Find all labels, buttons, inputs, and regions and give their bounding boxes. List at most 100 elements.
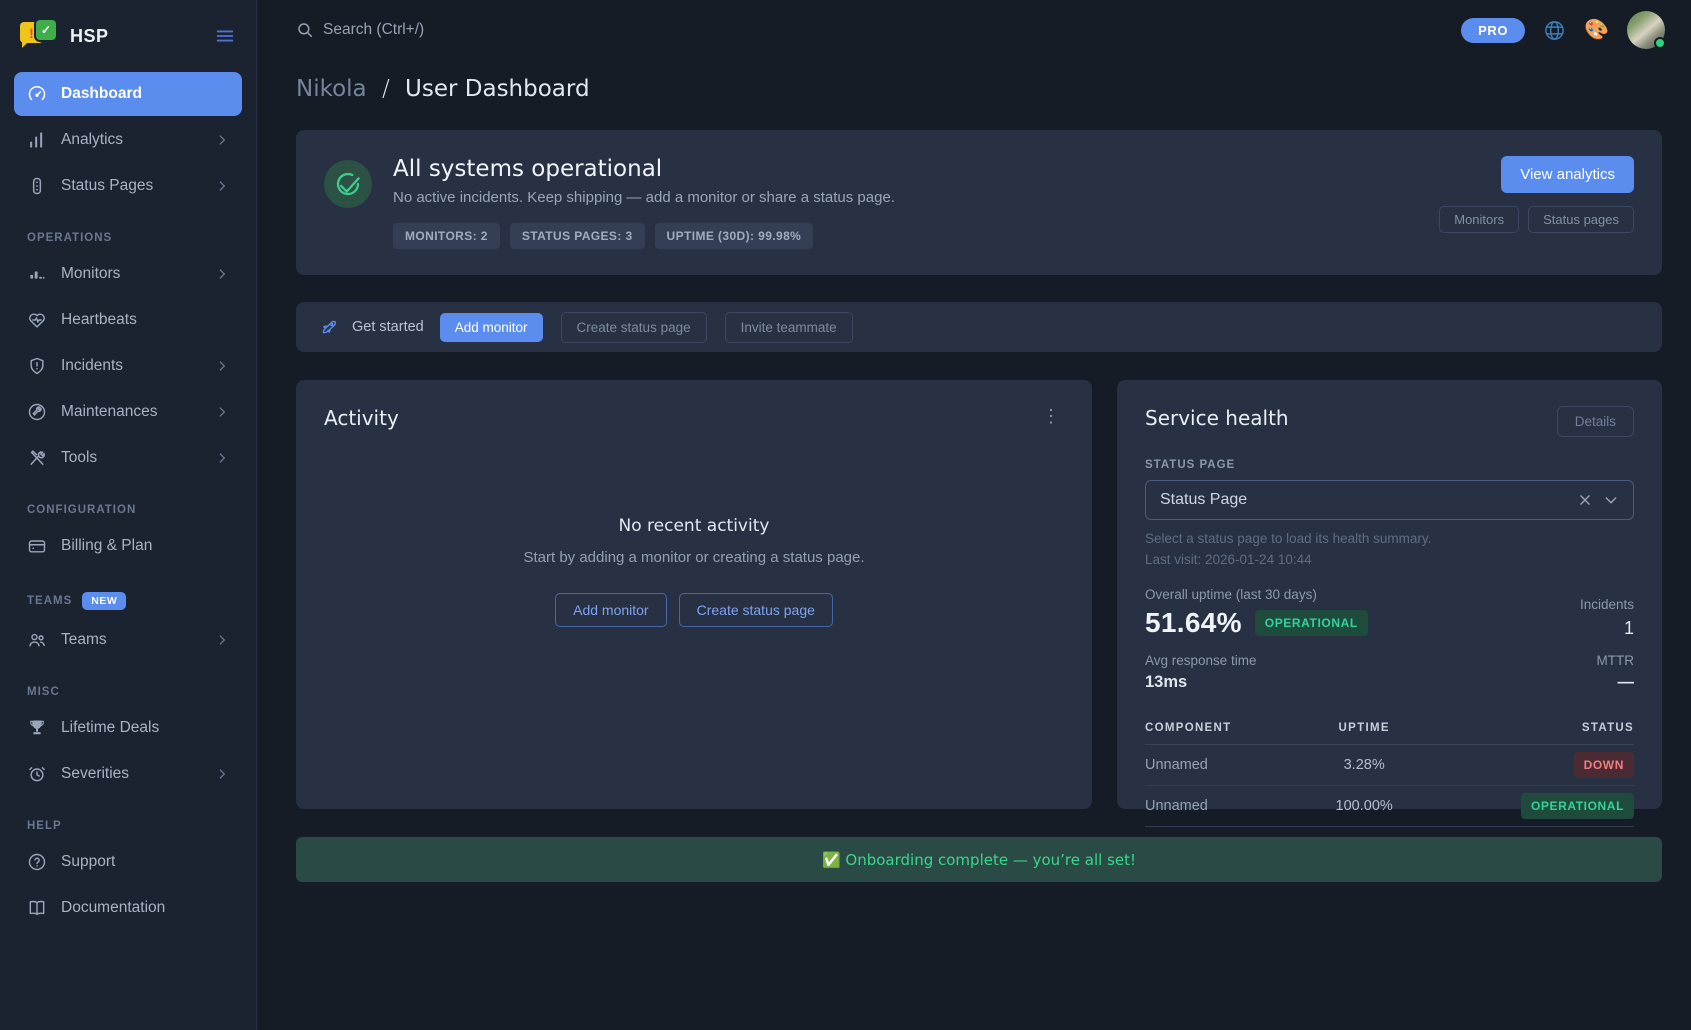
sidebar-item-maintenances[interactable]: Maintenances xyxy=(14,390,242,434)
sidebar-item-label: Incidents xyxy=(61,357,123,375)
chevron-right-icon xyxy=(215,133,229,147)
table-row: Unnamed 3.28% DOWN xyxy=(1145,745,1634,786)
breadcrumb: Nikola / User Dashboard xyxy=(296,76,1662,102)
globe-icon[interactable] xyxy=(1543,19,1566,42)
sidebar-item-analytics[interactable]: Analytics xyxy=(14,118,242,162)
component-name: Unnamed xyxy=(1145,745,1310,786)
down-status-badge: DOWN xyxy=(1574,752,1634,778)
book-icon xyxy=(27,898,47,918)
status-page-field-label: STATUS PAGE xyxy=(1145,459,1634,471)
activity-card: Activity ⋮ No recent activity Start by a… xyxy=(296,380,1092,809)
sidebar-item-tools[interactable]: Tools xyxy=(14,436,242,480)
chevron-right-icon xyxy=(215,767,229,781)
new-badge: NEW xyxy=(82,592,126,610)
sidebar-item-label: Dashboard xyxy=(61,85,142,103)
sidebar-item-label: Lifetime Deals xyxy=(61,719,159,737)
sidebar-item-teams[interactable]: Teams xyxy=(14,618,242,662)
clear-icon[interactable] xyxy=(1578,493,1592,507)
topbar: Search (Ctrl+/) PRO 🎨 xyxy=(257,0,1691,60)
avg-response-label: Avg response time xyxy=(1145,653,1257,668)
incidents-label: Incidents xyxy=(1580,597,1634,612)
credit-card-icon xyxy=(27,536,47,556)
logo-check-icon: ✓ xyxy=(36,20,56,40)
breadcrumb-parent[interactable]: Nikola xyxy=(296,76,367,102)
activity-empty-state: No recent activity Start by adding a mon… xyxy=(324,516,1064,627)
sidebar-item-documentation[interactable]: Documentation xyxy=(14,886,242,930)
service-health-card: Service health Details STATUS PAGE Statu… xyxy=(1117,380,1662,809)
chevron-right-icon xyxy=(215,359,229,373)
chevron-right-icon xyxy=(215,405,229,419)
traffic-light-icon xyxy=(27,176,47,196)
uptime-value: 51.64% xyxy=(1145,607,1242,639)
sidebar-item-lifetime-deals[interactable]: Lifetime Deals xyxy=(14,706,242,750)
status-hero-card: All systems operational No active incide… xyxy=(296,130,1662,275)
help-icon xyxy=(27,852,47,872)
sidebar-item-severities[interactable]: Severities xyxy=(14,752,242,796)
invite-teammate-button[interactable]: Invite teammate xyxy=(725,312,853,343)
status-pages-button[interactable]: Status pages xyxy=(1528,206,1634,233)
gauge-icon xyxy=(27,84,47,104)
sidebar-item-label: Support xyxy=(61,853,115,871)
rocket-icon xyxy=(320,318,338,336)
sidebar-item-label: Severities xyxy=(61,765,129,783)
activity-title: Activity xyxy=(324,406,1064,430)
hero-title: All systems operational xyxy=(393,156,895,182)
shield-alert-icon xyxy=(27,356,47,376)
create-status-page-button[interactable]: Create status page xyxy=(561,312,707,343)
sidebar-item-label: Billing & Plan xyxy=(61,537,152,555)
content: Nikola / User Dashboard All systems oper… xyxy=(257,60,1691,1030)
components-table: COMPONENT UPTIME STATUS Unnamed 3.28% DO… xyxy=(1145,712,1634,827)
signal-bars-icon xyxy=(27,264,47,284)
sidebar-section-operations: OPERATIONS xyxy=(27,232,229,244)
chevron-right-icon xyxy=(215,179,229,193)
theme-palette-icon[interactable]: 🎨 xyxy=(1584,20,1609,40)
select-helper-text: Select a status page to load its health … xyxy=(1145,531,1634,546)
uptime-label: Overall uptime (last 30 days) xyxy=(1145,587,1368,602)
sidebar-item-dashboard[interactable]: Dashboard xyxy=(14,72,242,116)
component-uptime: 100.00% xyxy=(1310,786,1419,827)
column-header-component: COMPONENT xyxy=(1145,712,1310,745)
status-page-select[interactable]: Status Page xyxy=(1145,480,1634,520)
chevron-down-icon[interactable] xyxy=(1603,492,1619,508)
sidebar-item-label: Documentation xyxy=(61,899,165,917)
monitors-button[interactable]: Monitors xyxy=(1439,206,1519,233)
sidebar-item-support[interactable]: Support xyxy=(14,840,242,884)
sidebar-item-monitors[interactable]: Monitors xyxy=(14,252,242,296)
wrench-circle-icon xyxy=(27,402,47,422)
table-row: Unnamed 100.00% OPERATIONAL xyxy=(1145,786,1634,827)
sidebar-header: ! ✓ HSP xyxy=(14,16,242,70)
user-avatar[interactable] xyxy=(1627,11,1665,49)
empty-state-subtitle: Start by adding a monitor or creating a … xyxy=(324,549,1064,566)
operational-badge: OPERATIONAL xyxy=(1255,610,1368,636)
details-button[interactable]: Details xyxy=(1557,406,1634,437)
main-area: Search (Ctrl+/) PRO 🎨 Nikola / User Dash… xyxy=(257,0,1691,1030)
empty-add-monitor-button[interactable]: Add monitor xyxy=(555,593,666,627)
pro-badge[interactable]: PRO xyxy=(1461,18,1525,43)
kebab-menu-icon[interactable]: ⋮ xyxy=(1034,402,1068,431)
sidebar-item-status-pages[interactable]: Status Pages xyxy=(14,164,242,208)
trophy-icon xyxy=(27,718,47,738)
get-started-bar: Get started Add monitor Create status pa… xyxy=(296,302,1662,352)
sidebar-item-billing[interactable]: Billing & Plan xyxy=(14,524,242,568)
sidebar-item-heartbeats[interactable]: Heartbeats xyxy=(14,298,242,342)
tools-icon xyxy=(27,448,47,468)
empty-create-status-page-button[interactable]: Create status page xyxy=(679,593,833,627)
sidebar-item-label: Monitors xyxy=(61,265,120,283)
alarm-icon xyxy=(27,764,47,784)
view-analytics-button[interactable]: View analytics xyxy=(1501,156,1634,193)
component-name: Unnamed xyxy=(1145,786,1310,827)
menu-icon[interactable] xyxy=(214,25,236,47)
add-monitor-button[interactable]: Add monitor xyxy=(440,313,543,342)
last-visit-text: Last visit: 2026-01-24 10:44 xyxy=(1145,552,1634,567)
sidebar-item-incidents[interactable]: Incidents xyxy=(14,344,242,388)
operational-status-badge: OPERATIONAL xyxy=(1521,793,1634,819)
sidebar: ! ✓ HSP Dashboard Analytics Status Pages… xyxy=(0,0,257,1030)
sidebar-item-label: Tools xyxy=(61,449,97,467)
status-pages-count-badge: STATUS PAGES: 3 xyxy=(510,223,645,249)
sidebar-item-label: Status Pages xyxy=(61,177,153,195)
check-circle-icon xyxy=(324,160,372,208)
search-input[interactable]: Search (Ctrl+/) xyxy=(296,21,424,39)
brand-logo: ! ✓ xyxy=(20,20,60,52)
status-page-select-value: Status Page xyxy=(1160,491,1247,509)
onboarding-complete-banner: ✅ Onboarding complete — you’re all set! xyxy=(296,837,1662,882)
